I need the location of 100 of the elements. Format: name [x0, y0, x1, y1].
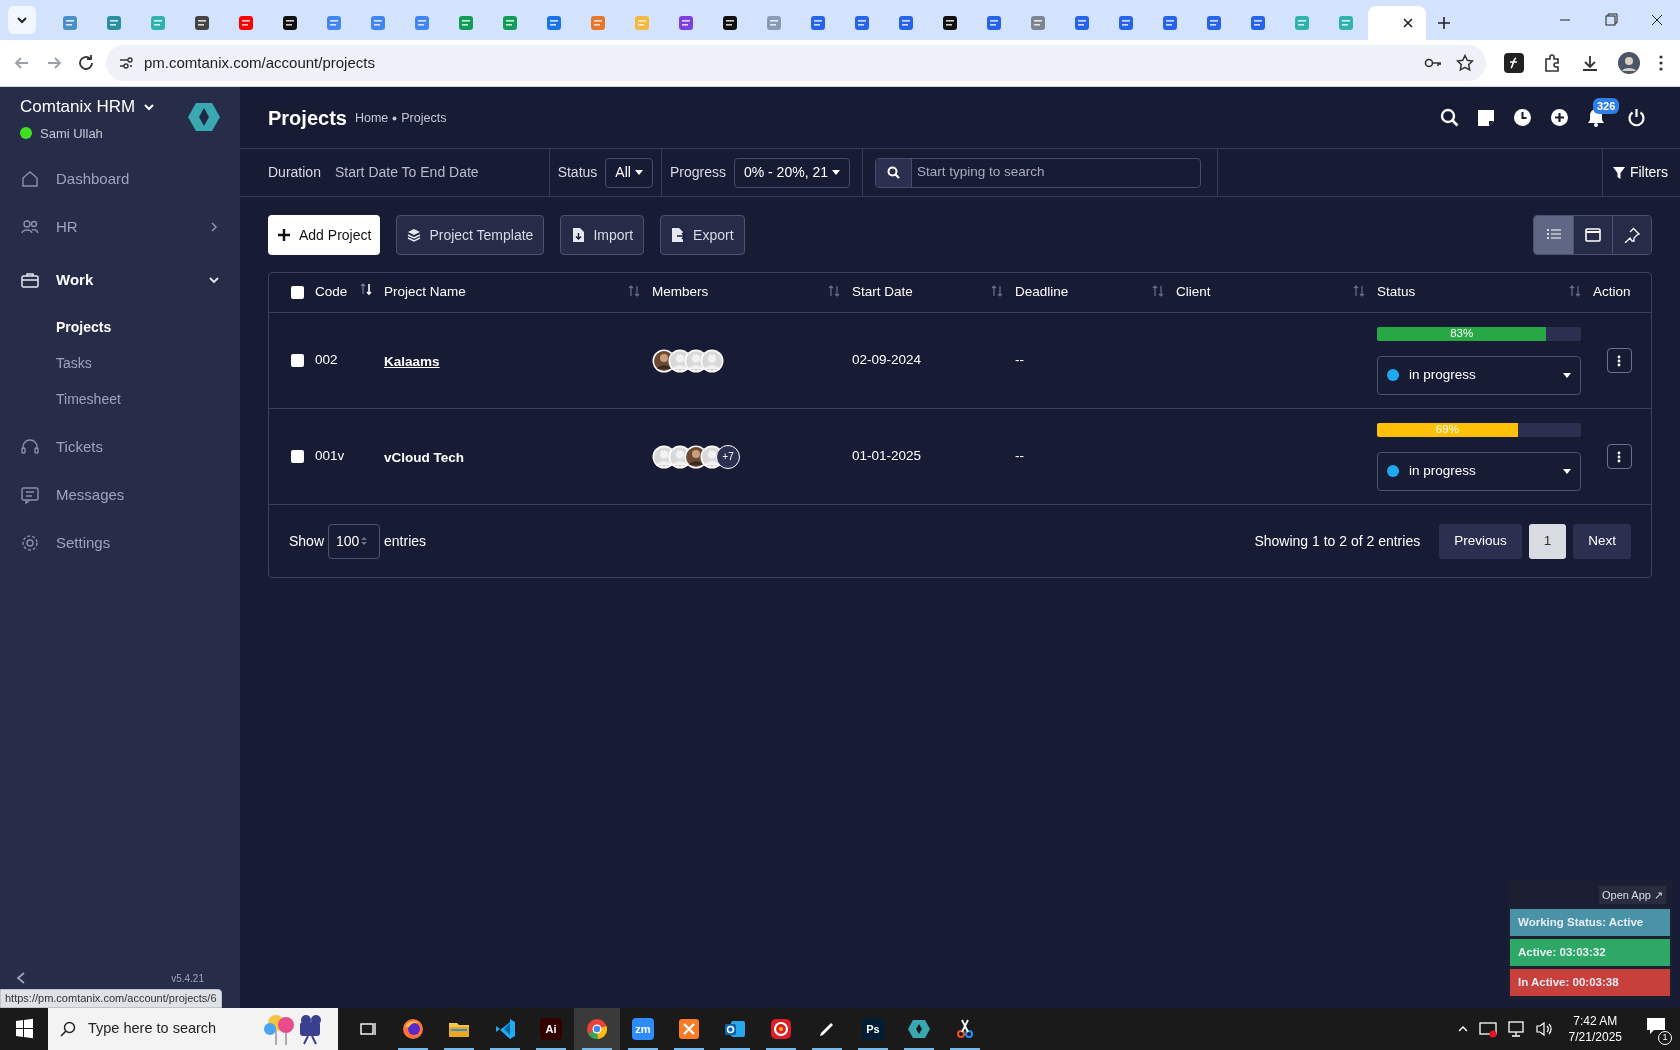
nav-item[interactable]: Work — [0, 251, 240, 309]
column-header[interactable]: Client — [1176, 282, 1211, 303]
favicon-icon — [634, 15, 650, 31]
running-indicator — [490, 1048, 520, 1050]
sort-icon[interactable] — [1569, 283, 1581, 298]
network-icon[interactable] — [1506, 1020, 1525, 1038]
code-editor-icon[interactable] — [493, 1017, 517, 1041]
action-button[interactable]: Project Template — [396, 215, 545, 255]
more-members-count[interactable]: +7 — [716, 444, 740, 469]
download-icon[interactable] — [1580, 53, 1600, 73]
column-header[interactable]: Action — [1593, 282, 1631, 303]
clock-icon[interactable] — [1513, 108, 1532, 127]
headset-icon — [20, 437, 40, 457]
collapse-icon[interactable] — [16, 972, 26, 984]
pagination-button[interactable]: Next — [1573, 523, 1631, 559]
search-icon[interactable] — [1440, 108, 1459, 127]
star-icon[interactable] — [1456, 54, 1474, 72]
taskbar-search-input[interactable]: Type here to search — [88, 1018, 238, 1040]
status-dropdown[interactable]: in progress — [1377, 451, 1581, 491]
favicon-icon — [194, 15, 210, 31]
menu-icon[interactable] — [1658, 54, 1664, 72]
date-range-field[interactable]: Start Date To End Date — [334, 162, 479, 183]
search-input[interactable]: Start typing to search — [912, 162, 1200, 183]
tab-search-button[interactable] — [8, 6, 36, 34]
favicon-icon — [62, 15, 78, 31]
status-dropdown[interactable]: in progress — [1377, 355, 1581, 395]
security-icon[interactable] — [1478, 1020, 1497, 1038]
search-field[interactable]: Start typing to search — [875, 157, 1201, 188]
new-tab-icon[interactable] — [1437, 16, 1451, 30]
view-toggle-button[interactable] — [1612, 216, 1651, 254]
taskbar-search-field[interactable]: Type here to search — [48, 1008, 338, 1050]
action-button[interactable]: Export — [660, 215, 745, 255]
note-icon[interactable] — [1477, 108, 1495, 127]
view-toggle-button[interactable] — [1534, 216, 1573, 254]
extension-logo-icon[interactable] — [1504, 53, 1524, 73]
view-toggle-button[interactable] — [1573, 216, 1612, 254]
notification-icon[interactable] — [1646, 1017, 1666, 1035]
sort-icon[interactable] — [828, 283, 840, 298]
server-app-icon[interactable] — [677, 1017, 701, 1041]
add-icon[interactable] — [1550, 108, 1569, 127]
column-header[interactable]: Status — [1377, 282, 1416, 303]
power-icon[interactable] — [1627, 108, 1646, 127]
column-header[interactable]: Project Name — [384, 282, 466, 303]
favicon-icon — [854, 15, 870, 31]
favicon-icon — [502, 15, 518, 31]
progress-label: 69% — [1434, 422, 1460, 437]
breadcrumb-link[interactable]: Home — [354, 109, 389, 128]
browser-app-icon[interactable] — [585, 1017, 609, 1041]
pagination-button[interactable]: Previous — [1439, 523, 1522, 559]
address-bar[interactable]: pm.comtanix.com/account/projects — [106, 45, 1486, 81]
browser-app-icon[interactable] — [401, 1017, 425, 1041]
nav-item[interactable]: Dashboard — [0, 155, 240, 203]
column-header[interactable]: Code — [315, 282, 348, 303]
sort-icon[interactable] — [1152, 283, 1164, 298]
extensions-icon[interactable] — [1542, 53, 1562, 73]
notification-count: 326 — [1593, 98, 1620, 114]
progress-dropdown[interactable]: 0% - 20%, 21 — [733, 157, 850, 188]
taskbar-clock[interactable]: 7:42 AM 7/21/2025 — [1562, 1013, 1628, 1045]
nav-item[interactable]: Settings — [0, 519, 240, 567]
row-checkbox[interactable] — [291, 450, 304, 463]
page-size-select[interactable]: 100 — [328, 523, 381, 559]
chevron-down-icon — [16, 14, 28, 26]
filter-label: Duration — [268, 163, 321, 182]
favicon-icon — [1294, 15, 1310, 31]
cloud-app-icon[interactable] — [769, 1017, 793, 1041]
nav-subitem[interactable]: Timesheet — [0, 381, 240, 417]
more-actions-button[interactable] — [1606, 348, 1632, 373]
file-import-icon — [571, 228, 586, 242]
column-header[interactable]: Deadline — [1015, 282, 1069, 303]
action-button[interactable]: Import — [560, 215, 645, 255]
nav-item[interactable]: HR — [0, 203, 240, 251]
app-icon[interactable]: Ai — [540, 1018, 562, 1040]
select-all-checkbox[interactable] — [291, 286, 304, 299]
action-button[interactable]: Add Project — [268, 215, 381, 255]
profile-avatar-icon[interactable] — [1618, 52, 1640, 74]
status-bar-item: Active: 03:03:32 — [1510, 939, 1670, 966]
pagination-button[interactable]: 1 — [1528, 523, 1567, 559]
nav-subitem[interactable]: Tasks — [0, 345, 240, 381]
filters-button[interactable]: Filters — [1612, 162, 1668, 183]
progress-label: 83% — [1449, 326, 1475, 341]
nav-item[interactable]: Tickets — [0, 423, 240, 471]
volume-icon[interactable] — [1534, 1020, 1553, 1038]
app-icon[interactable]: Ps — [862, 1018, 884, 1040]
favicon-icon — [1118, 15, 1134, 31]
sort-descending-icon[interactable] — [360, 281, 372, 296]
nav-item[interactable]: Messages — [0, 471, 240, 519]
breadcrumb-link[interactable]: Projects — [401, 109, 447, 128]
status-bar-item: Working Status: Active — [1510, 909, 1670, 936]
sort-icon[interactable] — [991, 283, 1003, 298]
project-link[interactable]: Kalaams — [384, 353, 440, 369]
sort-icon[interactable] — [628, 283, 640, 298]
sort-icon[interactable] — [1353, 283, 1365, 298]
open-app-link[interactable]: Open App ↗ — [1599, 886, 1666, 904]
hexagon-app-icon[interactable] — [907, 1017, 931, 1041]
status-dropdown[interactable]: All — [605, 157, 653, 188]
column-header[interactable]: Start Date — [852, 282, 913, 303]
column-header[interactable]: Members — [652, 282, 709, 303]
nav-subitem[interactable]: Projects — [0, 309, 240, 345]
more-actions-button[interactable] — [1606, 444, 1632, 469]
row-checkbox[interactable] — [291, 354, 304, 367]
